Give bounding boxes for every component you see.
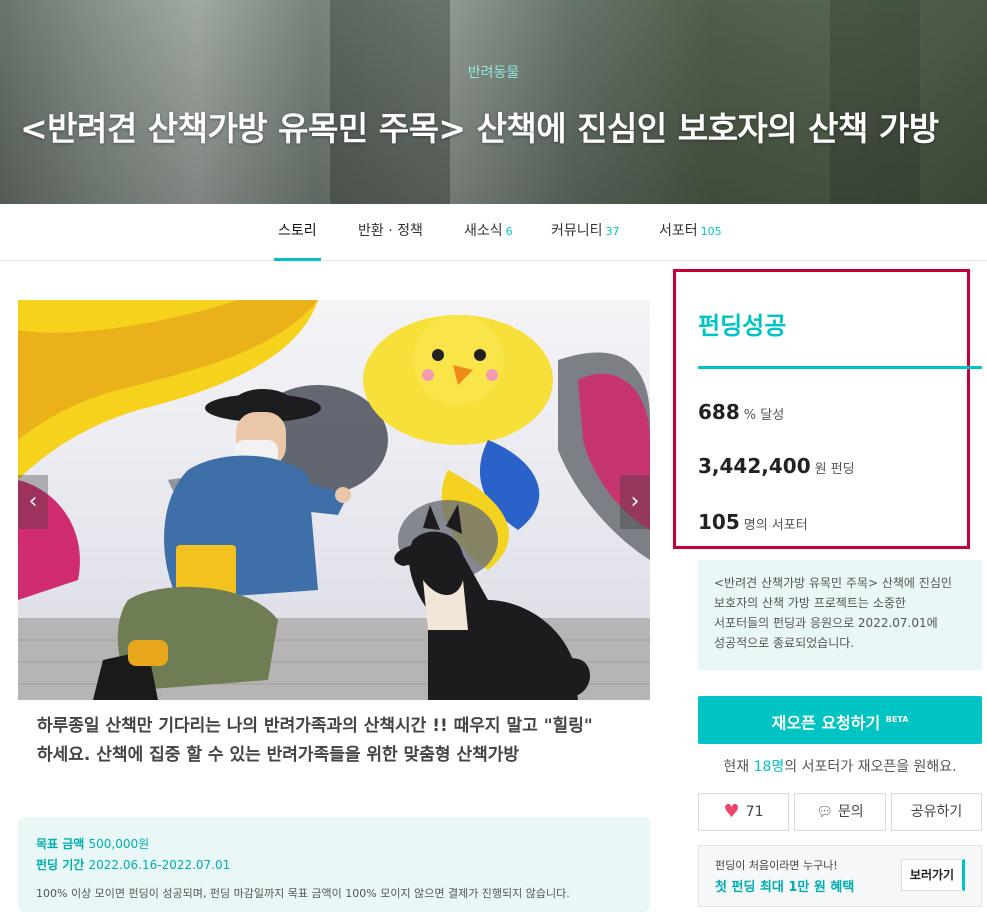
goal-amount: 목표 금액 500,000원 — [36, 834, 632, 855]
tab-count: 37 — [605, 225, 620, 238]
tab-refund-policy[interactable]: 반환 · 정책 — [358, 204, 423, 261]
reopen-note-prefix: 현재 — [723, 759, 750, 775]
tab-label: 서포터 — [659, 223, 698, 239]
funding-status-title: 펀딩성공 — [698, 312, 787, 340]
goal-amount-label: 목표 금액 — [36, 837, 85, 851]
tab-story[interactable]: 스토리 — [274, 204, 321, 261]
supporter-count: 105 명의 서포터 — [698, 510, 808, 534]
like-button[interactable]: ♥ 71 — [698, 793, 789, 831]
heart-icon: ♥ — [723, 801, 740, 822]
tab-label: 스토리 — [278, 223, 317, 239]
reopen-request-count: 현재 18명의 서포터가 재오픈을 원해요. — [698, 756, 982, 776]
like-count: 71 — [745, 804, 764, 820]
tab-news[interactable]: 새소식 6 — [464, 204, 513, 261]
funding-period-label: 펀딩 기간 — [36, 858, 85, 872]
status-divider — [698, 366, 982, 369]
funded-amount-value: 3,442,400 — [698, 454, 811, 478]
project-header: 반려동물 <반려견 산책가방 유목민 주목> 산책에 진심인 보호자의 산책 가… — [0, 0, 987, 204]
mural-illustration — [18, 300, 650, 700]
reopen-note-suffix: 의 서포터가 재오픈을 원해요. — [784, 759, 957, 775]
supporter-count-value: 105 — [698, 510, 740, 534]
beta-badge: BETA — [885, 715, 909, 724]
tab-count: 105 — [700, 225, 722, 238]
notice-line: 서포터들의 펀딩과 응원으로 2022.07.01에 — [714, 616, 938, 630]
carousel-next-button[interactable]: › — [620, 475, 650, 529]
caption-line: 하루종일 산책만 기다리는 나의 반려가족과의 산책시간 !! 때우지 말고 "… — [37, 716, 593, 736]
carousel-prev-button[interactable]: ‹ — [18, 475, 48, 529]
promo-view-button[interactable]: 보러가기 — [901, 859, 965, 891]
project-title: <반려견 산책가방 유목민 주목> 산책에 진심인 보호자의 산책 가방 — [20, 109, 939, 148]
tab-label: 새소식 — [464, 223, 503, 239]
reopen-request-button[interactable]: 재오픈 요청하기 BETA — [698, 696, 982, 744]
achievement-value: 688 — [698, 400, 740, 424]
notice-line: 보호자의 산책 가방 프로젝트는 소중한 — [714, 596, 906, 610]
chevron-left-icon: ‹ — [28, 489, 38, 514]
chat-bubble-icon: 💬︎ — [816, 805, 833, 820]
achievement-rate: 688% 달성 — [698, 400, 784, 424]
chevron-right-icon: › — [630, 489, 640, 514]
supporter-count-unit: 명의 서포터 — [743, 518, 808, 533]
achievement-unit: % 달성 — [743, 408, 785, 423]
inquiry-label: 문의 — [837, 804, 864, 820]
funding-period: 펀딩 기간 2022.06.16-2022.07.01 — [36, 855, 632, 876]
first-funding-promo-banner[interactable]: 펀딩이 처음이라면 누구나! 첫 펀딩 최대 1만 원 혜택 보러가기 — [698, 845, 982, 907]
project-category[interactable]: 반려동물 — [0, 62, 987, 82]
inquiry-button[interactable]: 💬︎ 문의 — [794, 793, 886, 831]
reopen-note-count: 18명 — [753, 759, 785, 775]
tab-label: 반환 · 정책 — [358, 223, 423, 239]
tab-bar: 스토리 반환 · 정책 새소식 6 커뮤니티 37 서포터 105 — [0, 204, 987, 261]
goal-amount-value: 500,000원 — [88, 837, 150, 851]
funding-period-value: 2022.06.16-2022.07.01 — [88, 858, 231, 872]
tab-label: 커뮤니티 — [551, 223, 603, 239]
project-main-image — [18, 300, 650, 700]
funded-amount: 3,442,400 원 펀딩 — [698, 454, 855, 478]
funding-goal-box: 목표 금액 500,000원 펀딩 기간 2022.06.16-2022.07.… — [18, 817, 650, 912]
tab-supporters[interactable]: 서포터 105 — [659, 204, 722, 261]
notice-line: 성공적으로 종료되었습니다. — [714, 636, 855, 650]
project-closed-notice: <반려견 산책가방 유목민 주목> 산책에 진심인 보호자의 산책 가방 프로젝… — [698, 560, 982, 670]
notice-line: <반려견 산책가방 유목민 주목> 산책에 진심인 — [714, 576, 952, 590]
share-button[interactable]: 공유하기 — [891, 793, 982, 831]
tab-count: 6 — [505, 225, 513, 238]
tab-community[interactable]: 커뮤니티 37 — [551, 204, 620, 261]
reopen-label: 재오픈 요청하기 — [771, 713, 881, 733]
funding-policy-note: 100% 이상 모이면 펀딩이 성공되며, 펀딩 마감일까지 목표 금액이 10… — [36, 887, 570, 900]
caption-line: 하세요. 산책에 집중 할 수 있는 반려가족들을 위한 맞춤형 산책가방 — [37, 745, 520, 765]
share-label: 공유하기 — [910, 804, 963, 820]
image-caption: 하루종일 산책만 기다리는 나의 반려가족과의 산책시간 !! 때우지 말고 "… — [37, 712, 637, 770]
funded-amount-unit: 원 펀딩 — [814, 462, 855, 477]
